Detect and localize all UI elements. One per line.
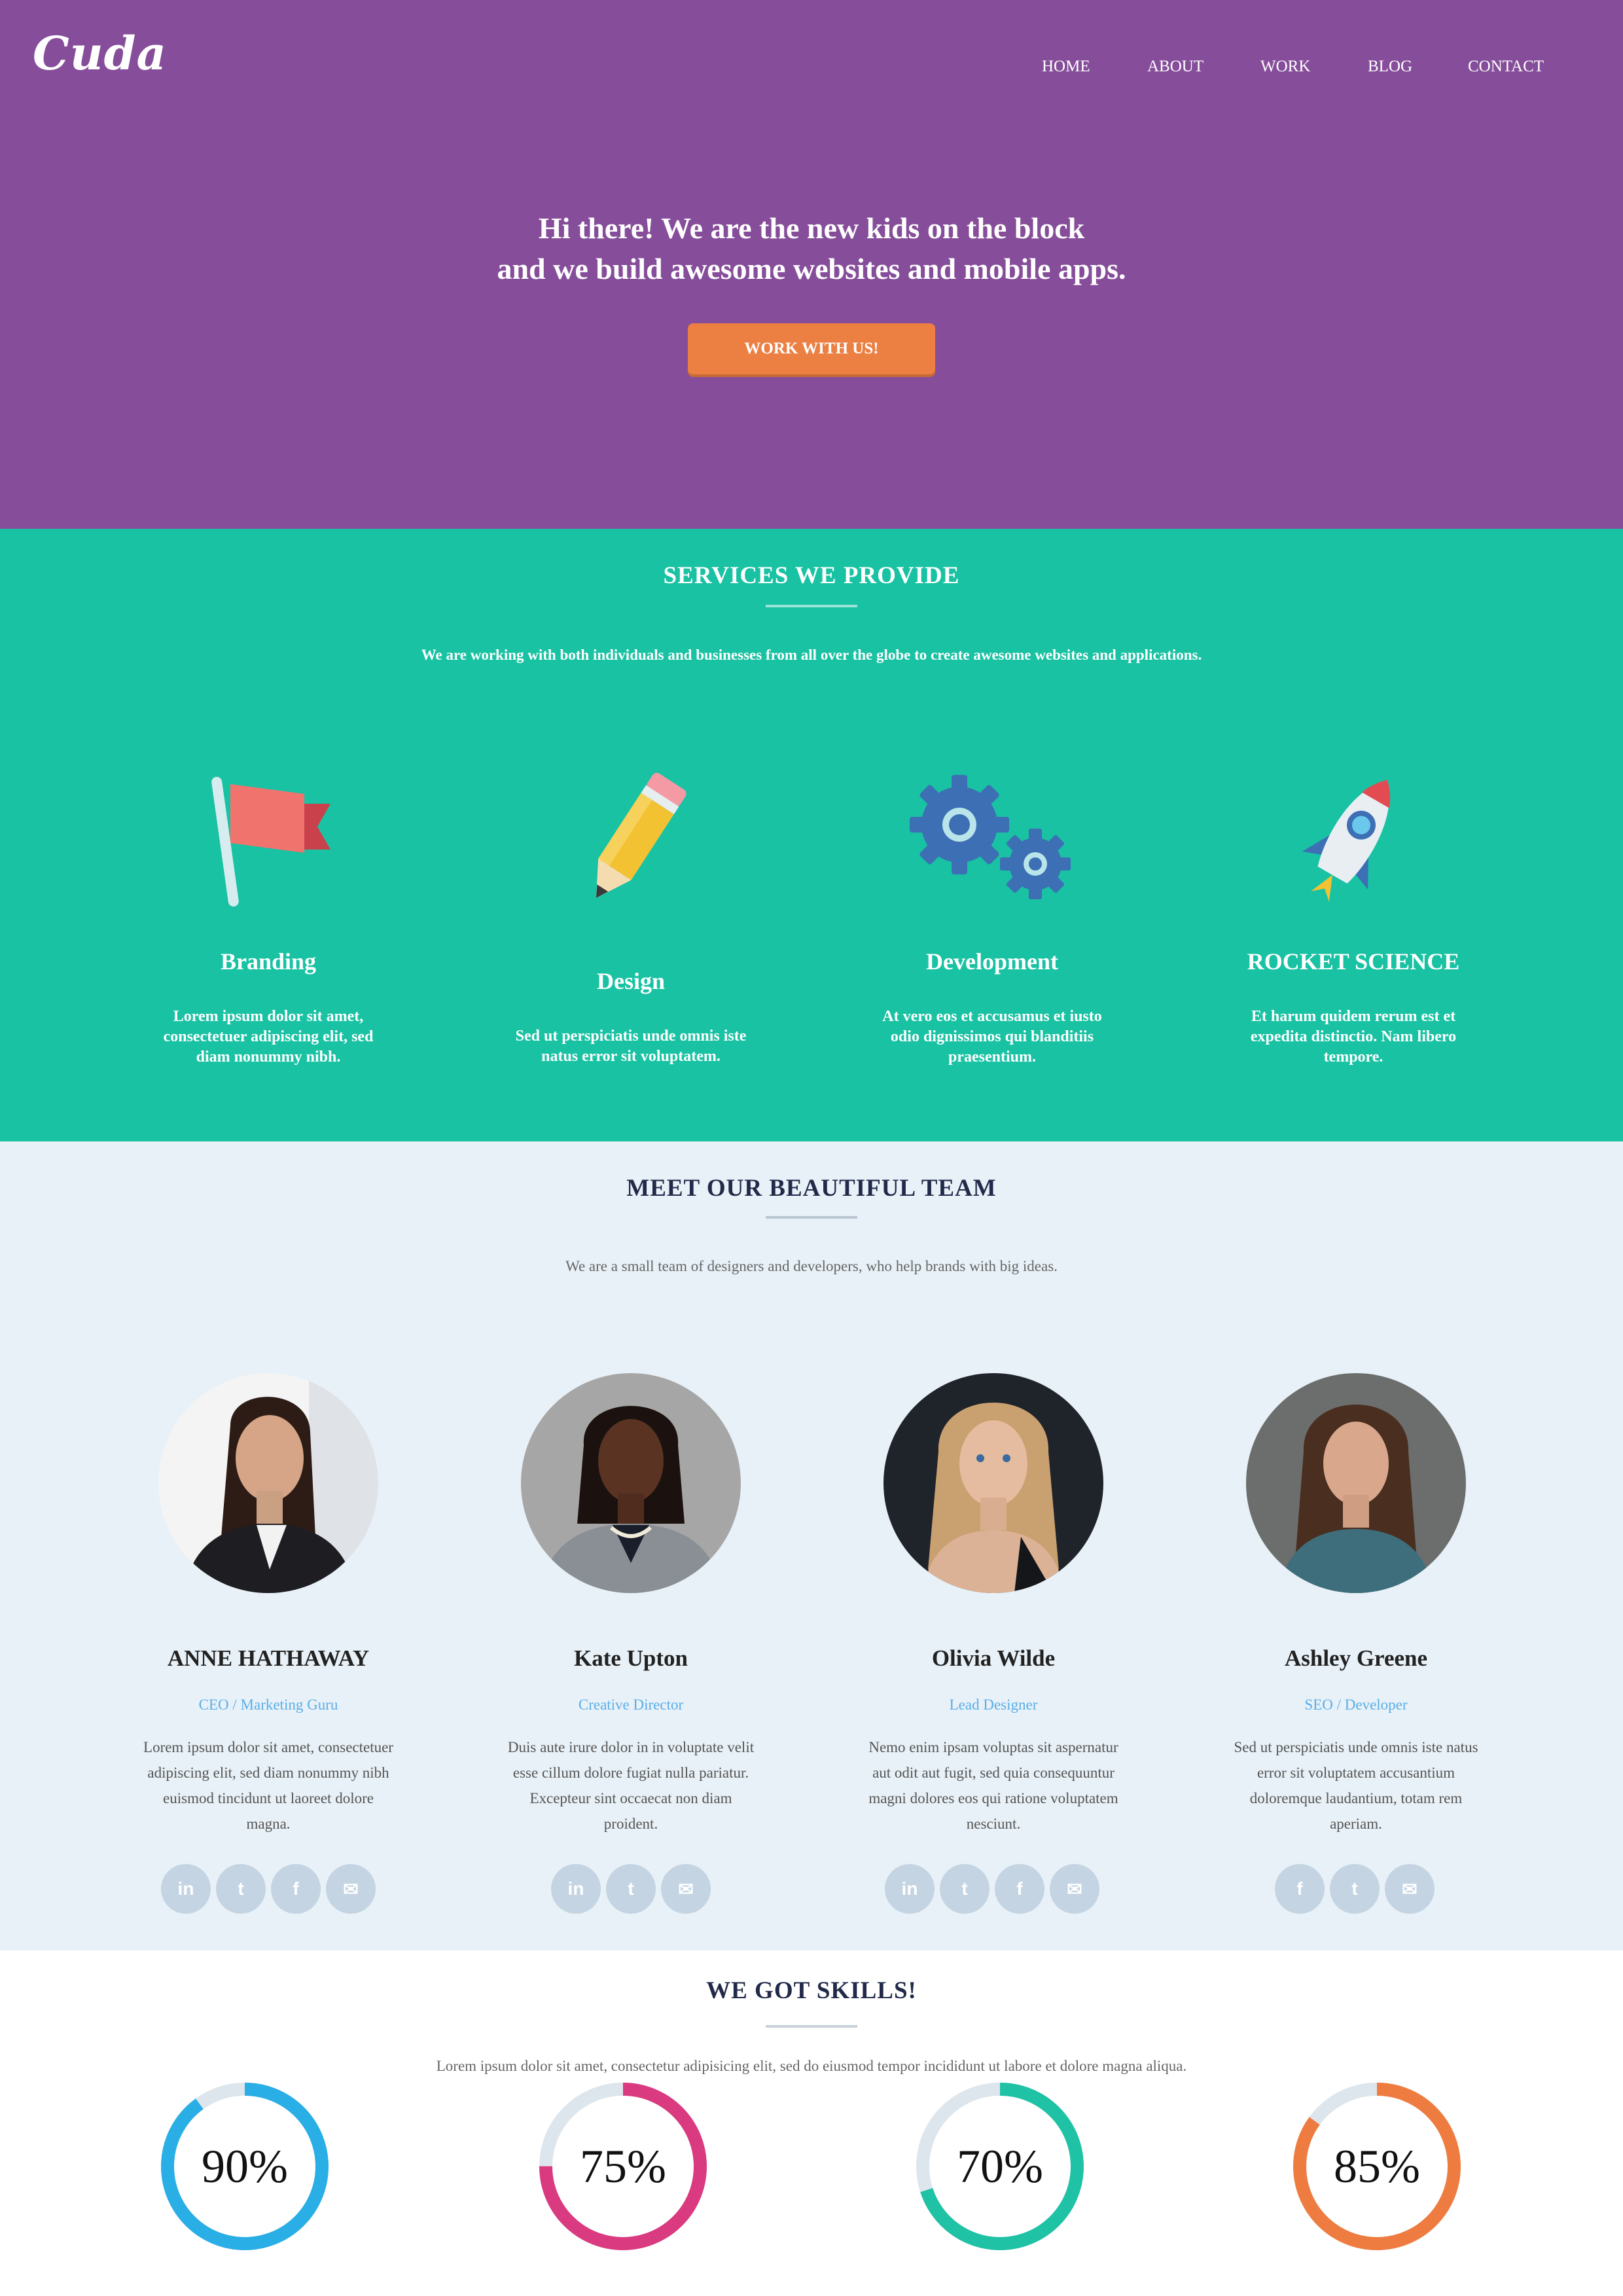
skill-percent: 85% [1334,2140,1420,2193]
services-subtitle: We are working with both individuals and… [421,647,1202,663]
member-social-links: in t ✉ [551,1864,711,1914]
team-divider [766,1216,857,1219]
twitter-icon[interactable]: t [940,1864,990,1914]
main-nav: HOME ABOUT WORK BLOG CONTACT [0,58,1623,84]
member-name: Kate Upton [573,1645,688,1671]
nav-about[interactable]: ABOUT [1147,58,1204,76]
mail-icon[interactable]: ✉ [1385,1864,1435,1914]
member-social-links: in t f ✉ [161,1864,376,1914]
member-role: CEO / Marketing Guru [198,1696,338,1713]
team-subtitle: We are a small team of designers and dev… [565,1258,1058,1274]
rocket-icon [1302,780,1391,902]
linkedin-icon[interactable]: in [161,1864,211,1914]
nav-contact[interactable]: CONTACT [1468,58,1544,76]
twitter-icon[interactable]: t [606,1864,656,1914]
service-rocket-science-desc: Et harum quidem rerum est et expedita di… [1250,1008,1457,1066]
service-development-desc: At vero eos et accusamus et iusto odio d… [882,1008,1102,1066]
service-rocket-science-title: ROCKET SCIENCE [1247,948,1460,975]
skill-percent: 90% [202,2140,288,2193]
skills-section: WE GOT SKILLS! Lorem ipsum dolor sit ame… [0,1950,1623,2296]
skill-gauge: 75% [537,2080,709,2253]
service-design-desc: Sed ut perspiciatis unde omnis iste natu… [515,1028,747,1065]
services-section: SERVICES WE PROVIDE We are working with … [0,529,1623,1141]
member-role: Lead Designer [949,1696,1038,1713]
facebook-icon[interactable]: f [271,1864,321,1914]
member-bio: Duis aute irure dolor in in voluptate ve… [507,1739,755,1832]
mail-icon[interactable]: ✉ [661,1864,711,1914]
skill-percent: 75% [580,2140,666,2193]
skill-gauge: 90% [158,2080,331,2253]
member-role: SEO / Developer [1304,1696,1408,1713]
member-name: Olivia Wilde [931,1645,1056,1671]
twitter-icon[interactable]: t [1330,1864,1380,1914]
mail-icon[interactable]: ✉ [326,1864,376,1914]
work-with-us-button[interactable]: WORK WITH US! [688,323,935,374]
member-name: ANNE HATHAWAY [167,1645,370,1671]
team-section: MEET OUR BEAUTIFUL TEAM We are a small t… [0,1141,1623,1950]
services-divider [766,605,857,607]
member-bio: Lorem ipsum dolor sit amet, consectetuer… [143,1739,393,1832]
linkedin-icon[interactable]: in [885,1864,935,1914]
service-design-title: Design [596,968,665,994]
member-social-links: in t f ✉ [885,1864,1099,1914]
service-branding-desc: Lorem ipsum dolor sit amet, consectetuer… [163,1008,374,1066]
hero-section: Cuda HOME ABOUT WORK BLOG CONTACT Hi the… [0,0,1623,529]
skills-title: WE GOT SKILLS! [706,1977,917,2004]
service-development-title: Development [926,948,1058,975]
avatar-anne-hathaway [158,1373,378,1593]
twitter-icon[interactable]: t [216,1864,266,1914]
hero-line-1: Hi there! We are the new kids on the blo… [538,211,1085,245]
nav-blog[interactable]: BLOG [1368,58,1412,76]
service-branding-title: Branding [220,948,317,975]
hero-headline: Hi there! We are the new kids on the blo… [0,208,1623,289]
skill-gauge: 70% [914,2080,1086,2253]
mail-icon[interactable]: ✉ [1050,1864,1099,1914]
facebook-icon[interactable]: f [995,1864,1044,1914]
avatar-olivia-wilde [883,1373,1103,1593]
member-bio: Nemo enim ipsam voluptas sit aspernatur … [868,1739,1118,1832]
linkedin-icon[interactable]: in [551,1864,601,1914]
avatar-kate-upton [521,1373,741,1593]
skill-percent: 70% [957,2140,1043,2193]
services-title: SERVICES WE PROVIDE [663,562,960,589]
team-title: MEET OUR BEAUTIFUL TEAM [626,1175,997,1202]
avatar-ashley-greene [1246,1373,1466,1593]
member-role: Creative Director [578,1696,684,1713]
member-name: Ashley Greene [1284,1645,1428,1671]
nav-work[interactable]: WORK [1260,58,1310,76]
skill-gauge: 85% [1291,2080,1463,2253]
member-bio: Sed ut perspiciatis unde omnis iste natu… [1234,1739,1478,1832]
skills-divider [766,2025,857,2028]
gears-icon [910,775,1071,899]
facebook-icon[interactable]: f [1275,1864,1325,1914]
pencil-icon [596,772,687,898]
hero-line-2: and we build awesome websites and mobile… [497,252,1126,285]
flag-icon [211,776,330,907]
skills-subtitle: Lorem ipsum dolor sit amet, consectetur … [436,2058,1187,2074]
nav-home[interactable]: HOME [1042,58,1090,76]
member-social-links: f t ✉ [1275,1864,1435,1914]
